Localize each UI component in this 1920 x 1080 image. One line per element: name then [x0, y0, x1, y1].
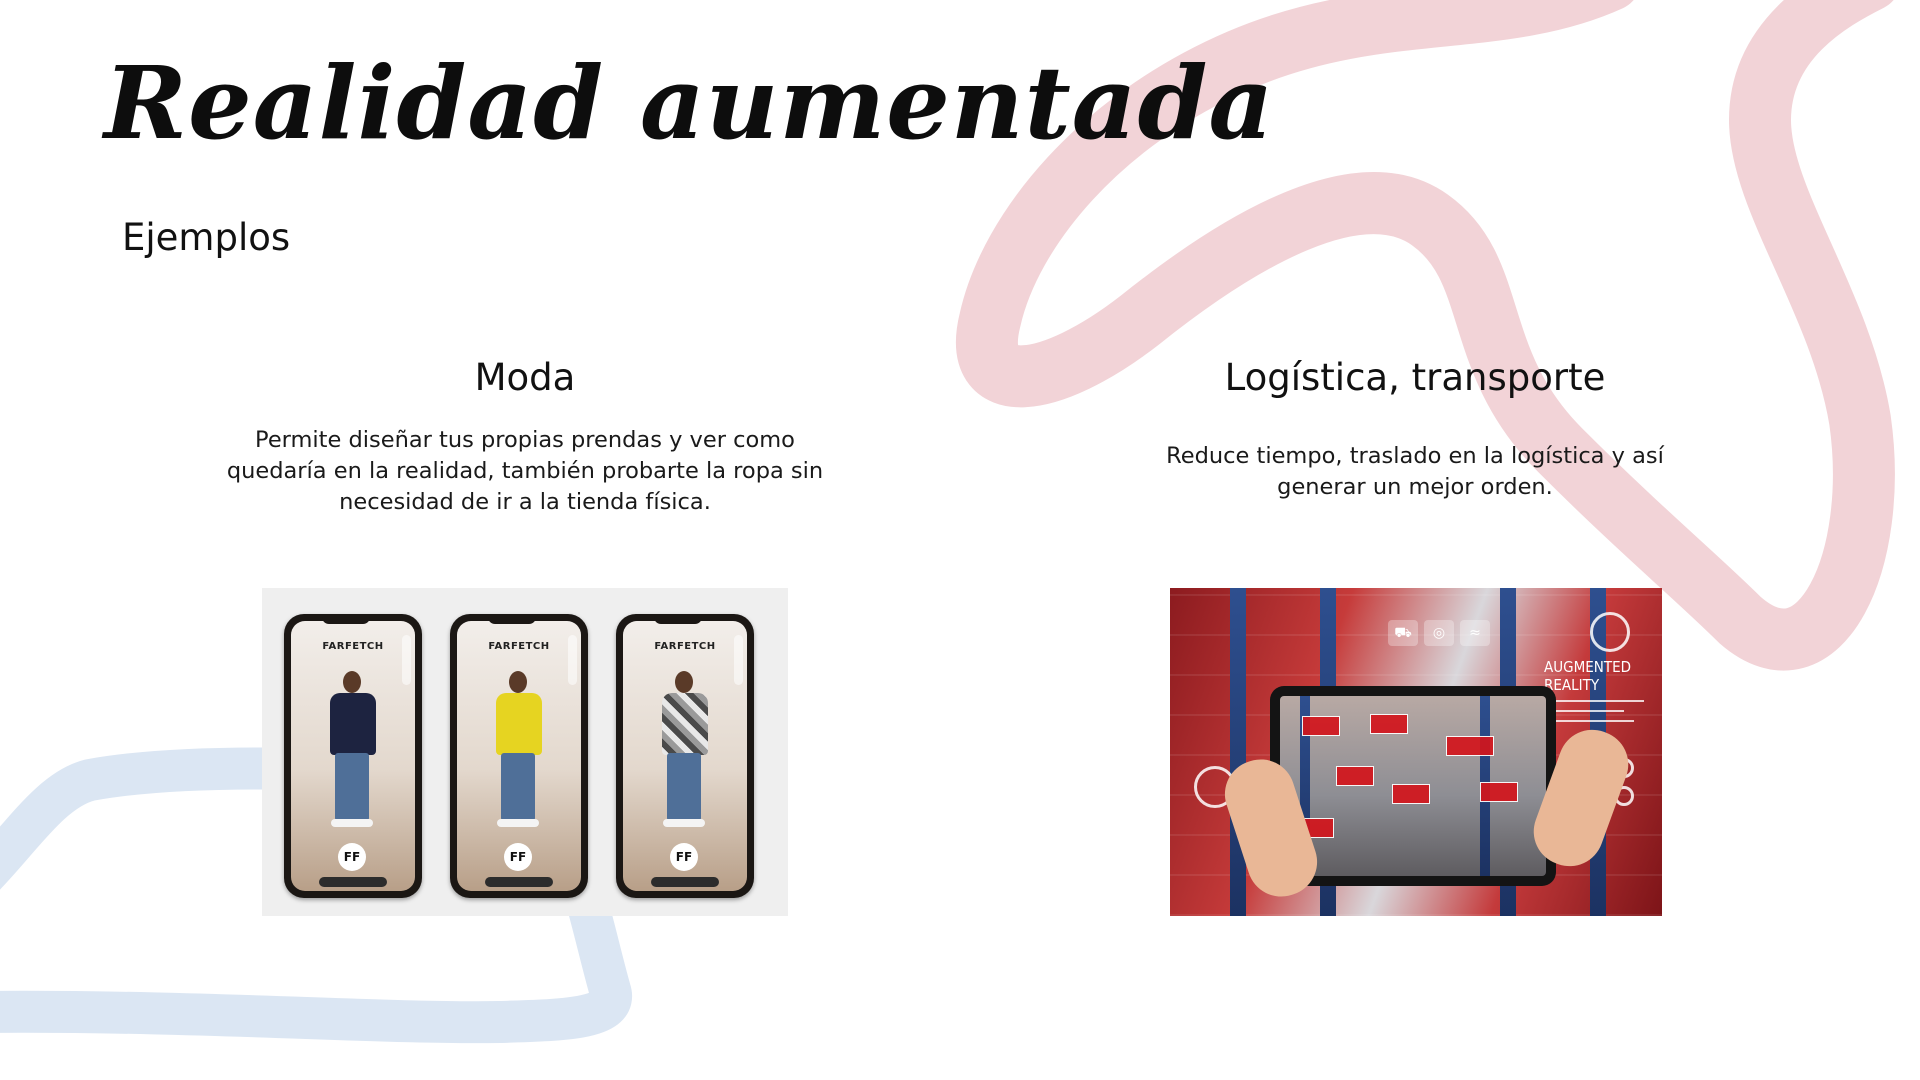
- farfetch-logo-icon: FF: [338, 843, 366, 871]
- moda-heading: Moda: [474, 356, 576, 399]
- farfetch-logo-icon: FF: [670, 843, 698, 871]
- logistica-heading: Logística, transporte: [1224, 356, 1606, 399]
- shirt-garment: [496, 693, 542, 755]
- brand-label: FARFETCH: [488, 641, 550, 652]
- slide-title: Realidad aumentada: [104, 44, 1275, 162]
- moda-column: Moda Permite diseñar tus propias prendas…: [220, 356, 830, 518]
- brand-label: FARFETCH: [654, 641, 716, 652]
- slide-subtitle: Ejemplos: [122, 216, 291, 259]
- fashion-ar-image: FARFETCH FF FARFETCH FF FARFETCH FF: [262, 588, 788, 916]
- wifi-icon: ≈: [1460, 620, 1490, 646]
- logistics-ar-image: ⛟ ◎ ≈ AUGMENTED REALITY: [1170, 588, 1662, 916]
- farfetch-logo-icon: FF: [504, 843, 532, 871]
- phone-mockup: FARFETCH FF: [284, 614, 422, 898]
- phone-mockup: FARFETCH FF: [616, 614, 754, 898]
- pie-chart-icon: [1590, 612, 1630, 652]
- moda-description: Permite diseñar tus propias prendas y ve…: [226, 427, 824, 515]
- shirt-garment: [330, 693, 376, 755]
- logistica-description: Reduce tiempo, traslado en la logística …: [1166, 443, 1664, 500]
- phone-mockup: FARFETCH FF: [450, 614, 588, 898]
- background-decoration: [0, 0, 1895, 1044]
- truck-icon: ⛟: [1388, 620, 1418, 646]
- globe-icon: ◎: [1424, 620, 1454, 646]
- augmented-reality-label: AUGMENTED REALITY: [1544, 658, 1631, 694]
- shirt-garment: [662, 693, 708, 755]
- logistica-column: Logística, transporte Reduce tiempo, tra…: [1150, 356, 1680, 503]
- brand-label: FARFETCH: [322, 641, 384, 652]
